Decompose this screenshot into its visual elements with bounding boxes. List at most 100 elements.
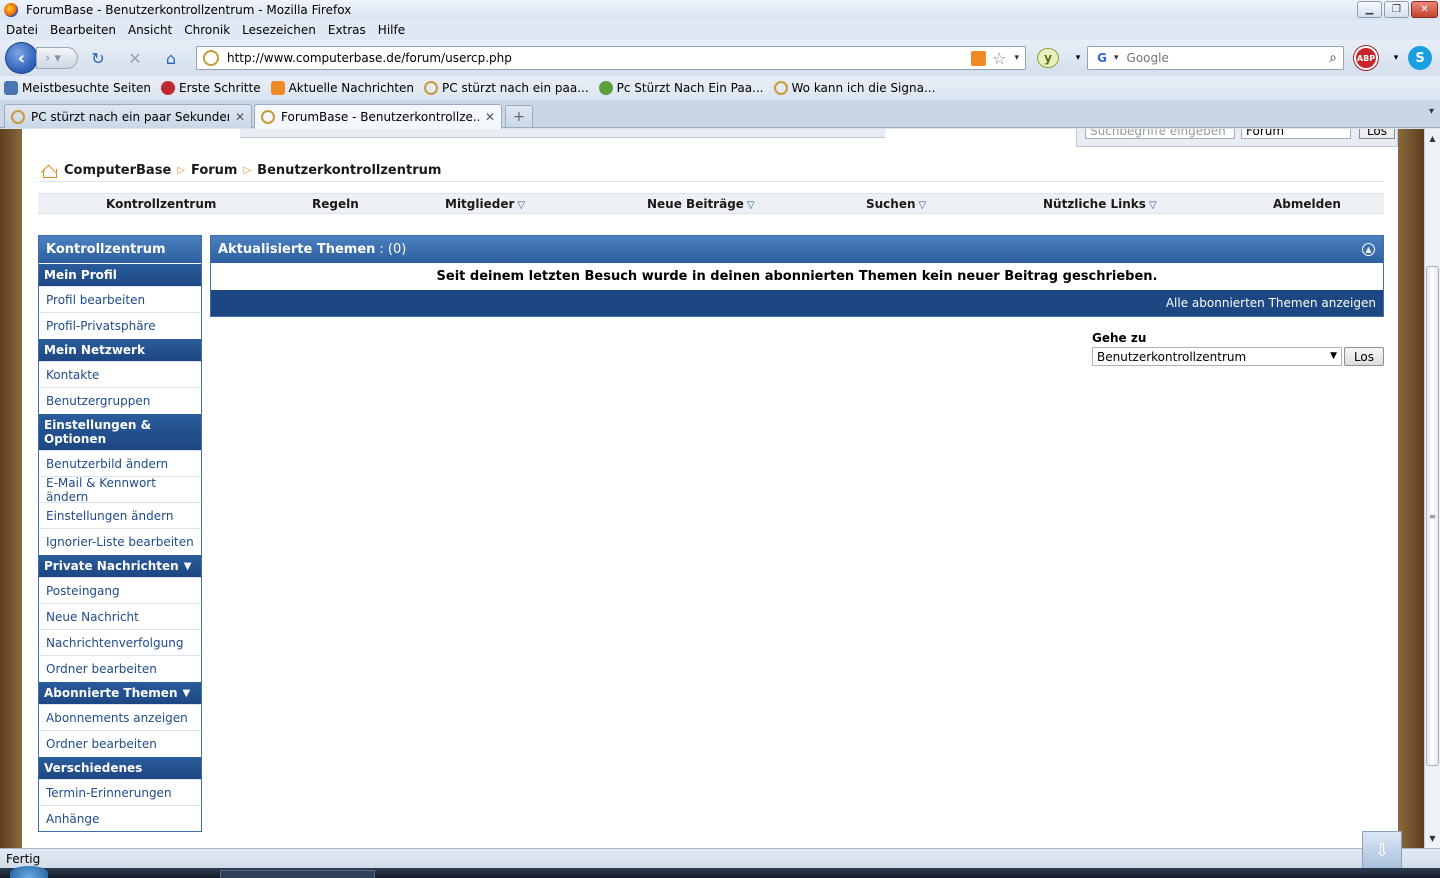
stop-icon[interactable]: ✕ xyxy=(125,49,145,68)
bookmark-item[interactable]: Erste Schritte xyxy=(161,81,261,95)
sidebar-item-email-kennwort[interactable]: E-Mail & Kennwort ändern xyxy=(39,476,201,504)
tab-forumbase[interactable]: ForumBase - Benutzerkontrollze... ✕ xyxy=(254,104,502,129)
sidebar-item-einstellungen-aendern[interactable]: Einstellungen ändern xyxy=(39,502,201,528)
collapse-arrow-icon[interactable]: ▼ xyxy=(184,561,192,572)
nav-regeln[interactable]: Regeln xyxy=(312,197,359,211)
nav-kontrollzentrum[interactable]: Kontrollzentrum xyxy=(106,197,216,211)
bookmark-star-icon[interactable]: ☆ xyxy=(992,49,1006,68)
search-engine-dropdown-icon[interactable]: ▾ xyxy=(1114,53,1119,63)
yslow-dropdown-icon[interactable]: ▾ xyxy=(1068,49,1088,67)
search-icon[interactable]: ⌕ xyxy=(1329,50,1337,66)
google-icon[interactable]: G xyxy=(1092,50,1112,66)
reload-icon[interactable]: ↻ xyxy=(88,49,108,68)
sidebar-item-profil-bearbeiten[interactable]: Profil bearbeiten xyxy=(39,286,201,312)
sidebar-section-abonnierte-themen[interactable]: Abonnierte Themen ▼ xyxy=(39,681,201,704)
menu-bar: Datei Bearbeiten Ansicht Chronik Lesezei… xyxy=(0,20,1440,40)
menu-datei[interactable]: Datei xyxy=(0,23,44,37)
sidebar-item-abonnements-anzeigen[interactable]: Abonnements anzeigen xyxy=(39,704,201,730)
collapse-arrow-icon[interactable]: ▼ xyxy=(182,688,190,699)
firefox-icon xyxy=(4,3,18,17)
tab-close-icon[interactable]: ✕ xyxy=(485,110,495,124)
new-tab-button[interactable]: + xyxy=(505,105,533,127)
nav-abmelden[interactable]: Abmelden xyxy=(1273,197,1341,211)
skype-icon[interactable]: S xyxy=(1408,46,1432,70)
site-search-input[interactable]: Suchbegriffe eingeben xyxy=(1085,129,1235,139)
nav-neue-beitraege[interactable]: Neue Beiträge ▽ xyxy=(647,197,755,211)
bookmarks-toolbar: Meistbesuchte Seiten Erste Schritte Aktu… xyxy=(0,76,1440,100)
thread-count: : (0) xyxy=(379,242,407,257)
sidebar-title[interactable]: Kontrollzentrum xyxy=(39,236,201,263)
forward-button[interactable]: › ▾ xyxy=(36,47,78,69)
site-search-scope[interactable]: Forum xyxy=(1241,129,1351,139)
adblock-icon[interactable]: ABP xyxy=(1354,46,1378,70)
scroll-up-icon[interactable]: ▲ xyxy=(1425,131,1440,146)
sidebar-section-einstellungen[interactable]: Einstellungen & Optionen xyxy=(39,413,201,450)
tab-pc-stuerzt[interactable]: PC stürzt nach ein paar Sekunden a... ✕ xyxy=(4,104,252,128)
bookmark-item[interactable]: Wo kann ich die Signa... xyxy=(773,81,935,95)
sidebar-section-mein-netzwerk[interactable]: Mein Netzwerk xyxy=(39,338,201,361)
menu-chronik[interactable]: Chronik xyxy=(178,23,236,37)
breadcrumb-computerbase[interactable]: ComputerBase xyxy=(64,163,171,178)
goto-select[interactable]: Benutzerkontrollzentrum ▼ xyxy=(1092,347,1342,366)
vertical-scrollbar[interactable]: ▲ ≡ ▼ xyxy=(1424,129,1440,848)
tab-list-icon[interactable]: ▾ xyxy=(1429,106,1434,117)
sidebar-item-posteingang[interactable]: Posteingang xyxy=(39,577,201,603)
scroll-down-icon[interactable]: ▼ xyxy=(1425,831,1440,846)
menu-lesezeichen[interactable]: Lesezeichen xyxy=(236,23,322,37)
goto-button[interactable]: Los xyxy=(1344,347,1384,366)
download-arrow-icon[interactable]: ⇩ xyxy=(1362,831,1402,869)
menu-ansicht[interactable]: Ansicht xyxy=(122,23,178,37)
search-input[interactable] xyxy=(1126,51,1330,65)
adblock-dropdown-icon[interactable]: ▾ xyxy=(1386,49,1406,67)
home-icon[interactable] xyxy=(42,164,58,178)
menu-hilfe[interactable]: Hilfe xyxy=(372,23,411,37)
show-all-subscriptions-link[interactable]: Alle abonnierten Themen anzeigen xyxy=(1166,296,1376,310)
sidebar-item-ignorier-liste[interactable]: Ignorier-Liste bearbeiten xyxy=(39,528,201,554)
nav-suchen[interactable]: Suchen ▽ xyxy=(866,197,926,211)
breadcrumb-forum[interactable]: Forum xyxy=(191,163,238,178)
sidebar-item-anhaenge[interactable]: Anhänge xyxy=(39,805,201,831)
breadcrumb-current: Benutzerkontrollzentrum xyxy=(257,163,442,178)
sidebar-item-benutzerbild[interactable]: Benutzerbild ändern xyxy=(39,450,201,476)
url-dropdown-icon[interactable]: ▾ xyxy=(1014,53,1019,63)
yslow-icon[interactable]: y xyxy=(1037,48,1059,68)
usercp-sidebar: Kontrollzentrum Mein Profil Profil bearb… xyxy=(38,235,202,832)
url-bar[interactable]: http://www.computerbase.de/forum/usercp.… xyxy=(196,46,1026,70)
back-button[interactable]: ‹ xyxy=(5,42,38,74)
start-button[interactable] xyxy=(10,866,48,878)
sidebar-item-nachrichtenverfolgung[interactable]: Nachrichtenverfolgung xyxy=(39,629,201,655)
arrow-right-icon: › xyxy=(45,50,51,66)
bookmark-item[interactable]: Aktuelle Nachrichten xyxy=(270,81,414,95)
sidebar-item-profil-privatsphaere[interactable]: Profil-Privatsphäre xyxy=(39,312,201,338)
close-button[interactable]: ✕ xyxy=(1411,1,1438,18)
rss-icon[interactable] xyxy=(971,50,987,66)
menu-extras[interactable]: Extras xyxy=(322,23,372,37)
nav-mitglieder[interactable]: Mitglieder ▽ xyxy=(445,197,525,211)
collapse-icon[interactable]: ▲ xyxy=(1362,243,1375,256)
panel-title: Aktualisierte Themen xyxy=(218,242,376,257)
site-search-button[interactable]: Los xyxy=(1359,129,1395,139)
sidebar-item-benutzergruppen[interactable]: Benutzergruppen xyxy=(39,387,201,413)
url-text[interactable]: http://www.computerbase.de/forum/usercp.… xyxy=(227,51,971,65)
sidebar-item-neue-nachricht[interactable]: Neue Nachricht xyxy=(39,603,201,629)
sidebar-item-ordner-bearbeiten-pm[interactable]: Ordner bearbeiten xyxy=(39,655,201,681)
bookmark-item[interactable]: Pc Stürzt Nach Ein Paa... xyxy=(598,81,764,95)
search-bar[interactable]: G ▾ ⌕ xyxy=(1087,46,1344,70)
sidebar-item-termin-erinnerungen[interactable]: Termin-Erinnerungen xyxy=(39,779,201,805)
sidebar-item-ordner-bearbeiten-abo[interactable]: Ordner bearbeiten xyxy=(39,730,201,756)
tab-close-icon[interactable]: ✕ xyxy=(235,110,245,124)
bookmark-item[interactable]: Meistbesuchte Seiten xyxy=(4,81,151,95)
sidebar-section-mein-profil[interactable]: Mein Profil xyxy=(39,263,201,286)
scroll-thumb[interactable]: ≡ xyxy=(1426,266,1439,766)
sidebar-section-private-nachrichten[interactable]: Private Nachrichten ▼ xyxy=(39,554,201,577)
taskbar-item[interactable] xyxy=(220,870,375,878)
maximize-button[interactable]: ❐ xyxy=(1384,1,1409,18)
site-identity-icon[interactable] xyxy=(203,50,219,66)
nav-nuetzliche-links[interactable]: Nützliche Links ▽ xyxy=(1043,197,1157,211)
home-button-icon[interactable]: ⌂ xyxy=(161,49,181,68)
minimize-button[interactable]: ▁ xyxy=(1357,1,1382,18)
bookmark-item[interactable]: PC stürzt nach ein paa... xyxy=(424,81,589,95)
sidebar-item-kontakte[interactable]: Kontakte xyxy=(39,361,201,387)
menu-bearbeiten[interactable]: Bearbeiten xyxy=(44,23,122,37)
sidebar-section-verschiedenes[interactable]: Verschiedenes xyxy=(39,756,201,779)
